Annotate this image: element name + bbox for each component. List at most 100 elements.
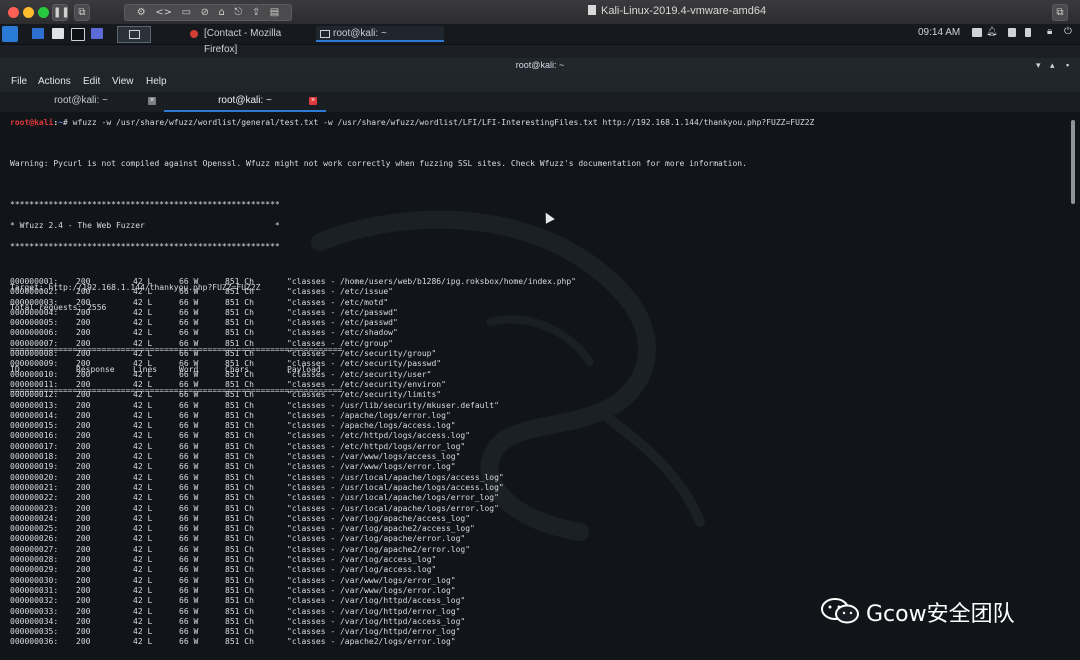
row-lines: 42 L: [133, 452, 153, 462]
row-word: 66 W: [179, 328, 199, 338]
row-chars: 851 Ch: [225, 565, 254, 575]
workspace-icon: [129, 30, 140, 39]
table-row: 000000017: 200 42 L 66 W 851 Ch "classes - /e…: [10, 442, 576, 452]
file-manager-icon[interactable]: [52, 28, 64, 39]
battery-icon[interactable]: [1025, 28, 1031, 37]
row-payload: "classes - /var/www/logs/error.log": [287, 462, 456, 472]
row-payload: "classes - /usr/local/apache/logs/error.…: [287, 503, 499, 513]
close-tab-icon[interactable]: ×: [148, 97, 156, 105]
maximize-terminal-icon[interactable]: ▴: [1050, 58, 1055, 72]
workspace-switcher[interactable]: [117, 26, 151, 43]
row-lines: 42 L: [133, 462, 153, 472]
row-id: 000000008:: [10, 349, 59, 359]
table-row: 000000029: 200 42 L 66 W 851 Ch "classes - /v…: [10, 565, 576, 575]
close-tab-icon[interactable]: ×: [309, 97, 317, 105]
row-word: 66 W: [179, 565, 199, 575]
row-lines: 42 L: [133, 616, 153, 626]
tab-root-kali-1[interactable]: root@kali: ~ ×: [0, 92, 162, 110]
row-response: 200: [76, 606, 91, 616]
terminal-output[interactable]: root@kali:~# wfuzz -w /usr/share/wfuzz/w…: [0, 112, 1080, 660]
table-row: 000000033: 200 42 L 66 W 851 Ch "classes - /v…: [10, 607, 576, 617]
row-word: 66 W: [179, 307, 199, 317]
row-payload: "classes - /var/www/logs/error.log": [287, 585, 456, 595]
wechat-icon: [821, 598, 859, 624]
row-lines: 42 L: [133, 565, 153, 575]
terminal-tabbar: root@kali: ~ × root@kali: ~ ×: [0, 92, 1080, 112]
row-payload: "classes - /var/www/logs/access_log": [287, 452, 461, 462]
row-chars: 851 Ch: [225, 287, 254, 297]
minimize-terminal-icon[interactable]: ▾: [1036, 58, 1041, 72]
snapshot-button[interactable]: ⧉: [74, 4, 90, 21]
row-response: 200: [76, 400, 91, 410]
row-chars: 851 Ch: [225, 369, 254, 379]
close-window-button[interactable]: [8, 7, 19, 18]
row-lines: 42 L: [133, 534, 153, 544]
row-word: 66 W: [179, 534, 199, 544]
row-payload: "classes - /apache/logs/access.log": [287, 421, 456, 431]
power-icon[interactable]: ⏻: [1064, 26, 1072, 37]
zoom-window-button[interactable]: [38, 7, 49, 18]
taskbar-terminal[interactable]: root@kali: ~: [316, 26, 444, 42]
row-lines: 42 L: [133, 277, 153, 286]
row-word: 66 W: [179, 493, 199, 503]
row-lines: 42 L: [133, 287, 153, 297]
row-response: 200: [76, 503, 91, 513]
row-payload: "classes - /var/log/access_log": [287, 555, 437, 565]
row-response: 200: [76, 369, 91, 379]
row-lines: 42 L: [133, 379, 153, 389]
results-table: 000000001: 200 42 L 66 W 851 Ch "classes - /h…: [10, 277, 576, 648]
table-row: 000000003: 200 42 L 66 W 851 Ch "classes - /e…: [10, 298, 576, 308]
row-chars: 851 Ch: [225, 472, 254, 482]
minimize-window-button[interactable]: [23, 7, 34, 18]
row-payload: "classes - /var/log/httpd/access_log": [287, 616, 466, 626]
taskbar-firefox[interactable]: [Contact - Mozilla Firefox]: [186, 26, 314, 55]
row-word: 66 W: [179, 277, 199, 286]
close-terminal-icon[interactable]: ▪: [1066, 58, 1069, 72]
display-icon[interactable]: [972, 28, 982, 37]
table-row: 000000031: 200 42 L 66 W 851 Ch "classes - /v…: [10, 586, 576, 596]
terminal-scrollbar[interactable]: [1071, 120, 1075, 204]
row-payload: "classes - /usr/local/apache/logs/error_…: [287, 493, 499, 503]
menu-file[interactable]: File: [11, 76, 27, 87]
row-lines: 42 L: [133, 318, 153, 328]
row-chars: 851 Ch: [225, 524, 254, 534]
menu-actions[interactable]: Actions: [38, 76, 71, 87]
row-lines: 42 L: [133, 555, 153, 565]
row-id: 000000028:: [10, 555, 59, 565]
volume-icon[interactable]: 🔔︎: [986, 27, 997, 37]
row-id: 000000023:: [10, 503, 59, 513]
row-id: 000000026:: [10, 534, 59, 544]
desktop-icon[interactable]: [32, 28, 44, 39]
browser-launcher-icon[interactable]: [91, 28, 103, 39]
fullscreen-button[interactable]: ⧉: [1052, 4, 1068, 21]
menu-edit[interactable]: Edit: [83, 76, 100, 87]
row-chars: 851 Ch: [225, 513, 254, 523]
row-response: 200: [76, 328, 91, 338]
row-payload: "classes - /etc/security/limits": [287, 390, 442, 400]
row-chars: 851 Ch: [225, 349, 254, 359]
row-lines: 42 L: [133, 503, 153, 513]
row-word: 66 W: [179, 452, 199, 462]
menu-view[interactable]: View: [112, 76, 134, 87]
terminal-launcher-icon[interactable]: [71, 28, 85, 41]
row-response: 200: [76, 534, 91, 544]
lock-icon[interactable]: 🔒︎: [1047, 26, 1055, 37]
row-chars: 851 Ch: [225, 575, 254, 585]
row-id: 000000030:: [10, 575, 59, 585]
table-row: 000000028: 200 42 L 66 W 851 Ch "classes - /v…: [10, 555, 576, 565]
vm-toolbar-group[interactable]: ⚙ <> ▭ ⊘ ⌂ ⎋ ⇪ ▤: [124, 4, 292, 21]
row-word: 66 W: [179, 349, 199, 359]
row-lines: 42 L: [133, 390, 153, 400]
row-word: 66 W: [179, 431, 199, 441]
tab-root-kali-2[interactable]: root@kali: ~ ×: [164, 92, 326, 112]
network-icon[interactable]: [1008, 28, 1016, 37]
row-word: 66 W: [179, 441, 199, 451]
row-word: 66 W: [179, 338, 199, 348]
table-row: 000000012: 200 42 L 66 W 851 Ch "classes - /e…: [10, 390, 576, 400]
row-id: 000000007:: [10, 338, 59, 348]
menu-help[interactable]: Help: [146, 76, 167, 87]
table-row: 000000032: 200 42 L 66 W 851 Ch "classes - /v…: [10, 596, 576, 606]
row-chars: 851 Ch: [225, 379, 254, 389]
kali-menu-icon[interactable]: [2, 26, 18, 42]
pause-vm-button[interactable]: ❚❚: [52, 4, 70, 21]
